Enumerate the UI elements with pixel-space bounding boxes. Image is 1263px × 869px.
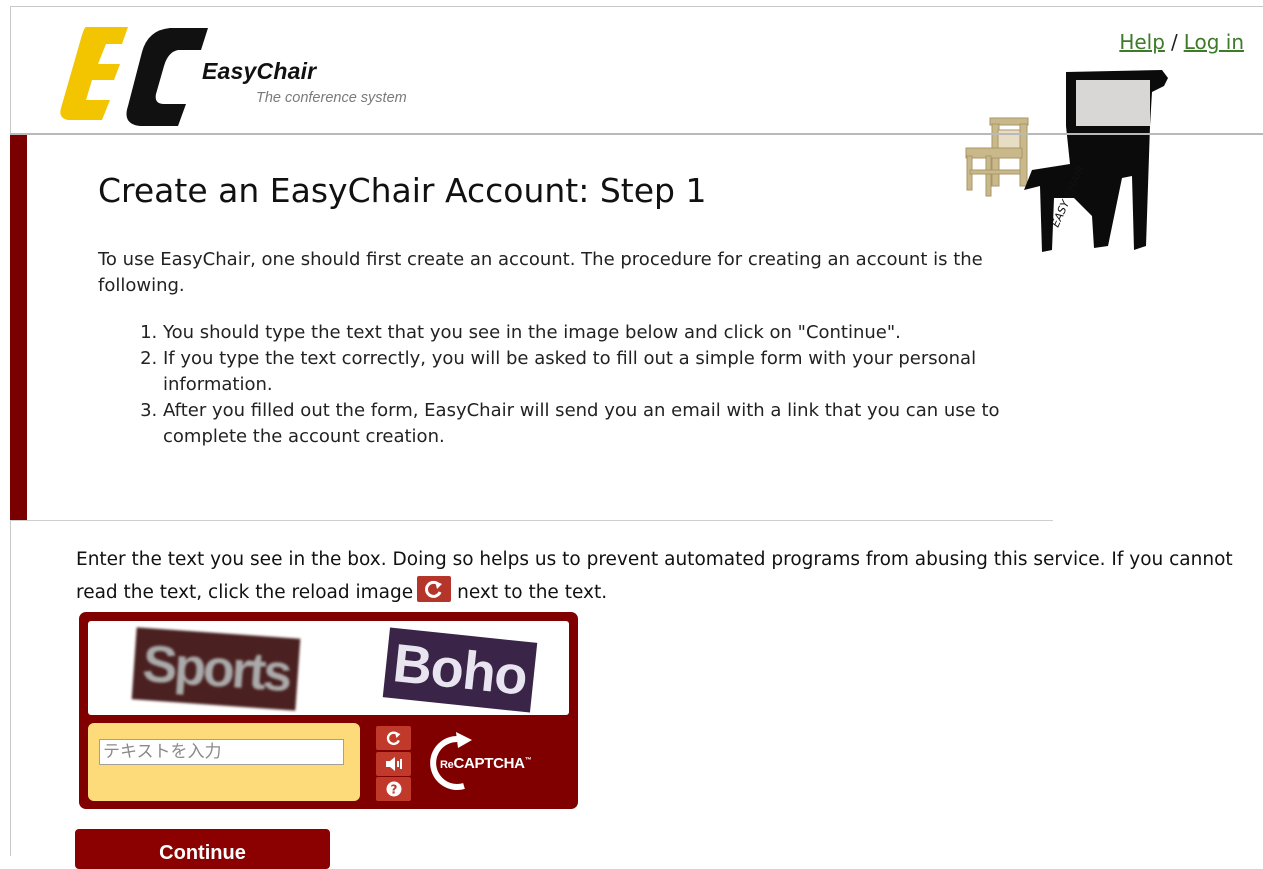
recaptcha-widget: Sports Boho ? ReCAPTCHA™	[79, 612, 578, 809]
list-item: After you filled out the form, EasyChair…	[163, 398, 1033, 450]
recaptcha-logo-text: ReCAPTCHA™	[440, 755, 532, 772]
intro-text: To use EasyChair, one should first creat…	[98, 249, 983, 296]
steps-list: You should type the text that you see in…	[136, 320, 1033, 450]
captcha-input[interactable]	[99, 739, 344, 765]
recaptcha-logo-main: CAPTCHA	[453, 755, 525, 772]
audio-captcha-button[interactable]	[376, 752, 411, 776]
captcha-help-button[interactable]: ?	[376, 777, 411, 801]
captcha-image: Sports Boho	[88, 621, 569, 715]
chairs-illustration-icon: EASY CHAIR	[965, 70, 1168, 252]
section-accent-bar	[10, 135, 27, 521]
help-icon: ?	[386, 781, 401, 797]
header-separator	[10, 133, 1263, 135]
help-link[interactable]: Help	[1119, 30, 1165, 54]
section-separator	[10, 520, 1053, 521]
captcha-instructions-end: next to the text.	[457, 582, 608, 603]
list-item: If you type the text correctly, you will…	[163, 346, 1033, 398]
svg-text:?: ?	[390, 783, 397, 797]
frame-top-border	[10, 6, 1263, 7]
list-item: You should type the text that you see in…	[163, 320, 1033, 346]
captcha-input-panel	[88, 723, 360, 801]
captcha-instructions-text: Enter the text you see in the box. Doing…	[76, 549, 1233, 603]
continue-button[interactable]: Continue	[75, 829, 330, 869]
link-separator: /	[1170, 30, 1178, 54]
captcha-instructions: Enter the text you see in the box. Doing…	[76, 544, 1263, 609]
reload-icon	[386, 731, 400, 746]
captcha-word-1: Sports	[131, 627, 301, 711]
page-title: Create an EasyChair Account: Step 1	[98, 171, 707, 210]
reload-inline-icon	[417, 576, 452, 602]
logo-subtitle: The conference system	[256, 90, 407, 106]
reload-captcha-button[interactable]	[376, 726, 411, 750]
login-link[interactable]: Log in	[1184, 30, 1244, 54]
recaptcha-logo-tm: ™	[524, 757, 532, 764]
audio-icon	[385, 757, 402, 771]
top-links: Help / Log in	[1119, 30, 1244, 54]
recaptcha-logo-re: Re	[440, 759, 454, 771]
logo-title: EasyChair	[202, 58, 317, 84]
captcha-word-2: Boho	[382, 627, 538, 713]
